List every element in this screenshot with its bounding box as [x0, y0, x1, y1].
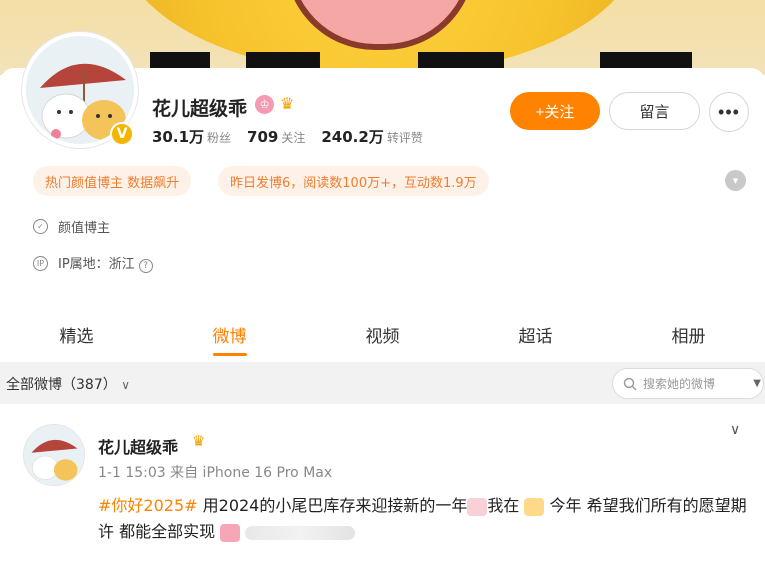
reposts-stat[interactable]: 240.2万 转评赞 — [321, 126, 422, 147]
shield-icon: ✓ — [33, 219, 48, 234]
verified-v-icon: V — [110, 122, 134, 146]
search-placeholder: 搜索她的微博 — [643, 377, 716, 391]
hot-blogger-tag[interactable]: 热门颜值博主 数据飙升 — [33, 166, 192, 196]
follow-button[interactable]: +关注 — [510, 92, 600, 130]
chevron-down-icon[interactable]: ∨ — [730, 422, 740, 438]
reposts-count: 240.2万 — [321, 128, 384, 146]
search-icon — [623, 377, 637, 390]
search-dropdown-icon[interactable]: ▼ — [753, 378, 761, 389]
feed-search-input[interactable]: 搜索她的微博 ▼ — [612, 368, 764, 399]
post-meta: 1-1 15:03 来自 iPhone 16 Pro Max — [98, 465, 333, 481]
crown-icon[interactable]: ♛ — [192, 432, 205, 450]
feed-filter-dropdown[interactable]: 全部微博（387） ∨ — [6, 374, 130, 394]
crown-icon[interactable]: ♛ — [280, 94, 302, 114]
ip-text: IP属地：浙江? — [58, 253, 153, 273]
following-count: 709 — [247, 128, 279, 146]
feed-filter-label: 全部微博（387） — [6, 377, 117, 393]
tab-album[interactable]: 相册 — [612, 308, 765, 360]
tab-supertopic[interactable]: 超话 — [459, 308, 612, 360]
post-text: #你好2025# 用2024的小尾巴库存来迎接新的一年 我在 今年 希望我们所有的… — [98, 493, 748, 545]
tab-featured[interactable]: 精选 — [0, 308, 153, 360]
tab-weibo[interactable]: 微博 — [153, 308, 306, 360]
chevron-down-icon: ∨ — [121, 378, 130, 392]
reposts-label: 转评赞 — [386, 131, 423, 145]
blurred-text — [245, 525, 356, 540]
profile-name: 花儿超级乖 — [152, 98, 248, 120]
category-row: ✓ 颜值博主 — [33, 217, 110, 236]
following-stat[interactable]: 709 关注 — [247, 127, 305, 146]
profile-tabs: 精选 微博 视频 超话 相册 — [0, 308, 765, 360]
post-avatar[interactable] — [23, 424, 85, 486]
post-text-part: 我在 — [487, 496, 525, 515]
daily-stats-tag[interactable]: 昨日发博6，阅读数100万+，互动数1.9万 — [218, 166, 489, 196]
weibo-post: 花儿超级乖 ♛ 1-1 15:03 来自 iPhone 16 Pro Max ∨… — [0, 406, 765, 562]
ip-row: IP IP属地：浙江? — [33, 253, 153, 273]
category-text: 颜值博主 — [58, 221, 111, 236]
followers-label: 粉丝 — [207, 131, 232, 145]
ip-location-icon: IP — [33, 255, 48, 271]
ip-location-text: IP属地：浙江 — [58, 257, 135, 272]
help-icon[interactable]: ? — [138, 259, 153, 273]
followers-stat[interactable]: 30.1万 粉丝 — [152, 126, 231, 147]
following-label: 关注 — [281, 131, 306, 145]
person-emoji-icon — [524, 497, 545, 516]
feed-filter-bar: 全部微博（387） ∨ 搜索她的微博 ▼ — [0, 362, 765, 404]
message-button[interactable]: 留言 — [609, 92, 700, 130]
post-text-part: 用2024的小尾巴库存来迎接新的一年 — [197, 496, 468, 515]
heart-emoji-icon — [220, 523, 241, 542]
more-options-button[interactable]: ••• — [709, 92, 749, 132]
profile-stats: 30.1万 粉丝 709 关注 240.2万 转评赞 — [152, 126, 423, 147]
post-author[interactable]: 花儿超级乖 — [98, 434, 178, 458]
post-topic-link[interactable]: #你好2025# — [98, 496, 198, 515]
expand-chevron-icon[interactable]: ▾ — [725, 170, 746, 191]
followers-count: 30.1万 — [152, 128, 205, 146]
member-badge-icon[interactable]: ♔ — [255, 95, 274, 114]
tab-video[interactable]: 视频 — [306, 308, 459, 360]
avatar-illustration — [24, 425, 84, 485]
new-year-2025-emoji-icon — [467, 497, 488, 516]
